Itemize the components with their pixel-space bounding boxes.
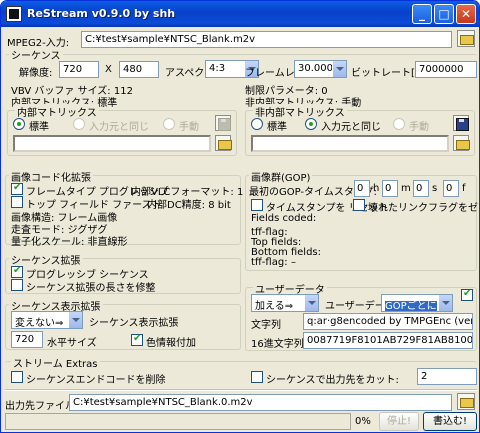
chevron-down-icon <box>304 295 318 311</box>
intra-manual-radio[interactable] <box>163 118 175 130</box>
nonintra-manual-radio[interactable] <box>393 118 405 130</box>
nonintra-standard-label: 標準 <box>267 122 287 133</box>
broken-link-checkbox[interactable] <box>353 199 365 211</box>
user-scope-select[interactable]: GOPごとに <box>381 294 453 312</box>
output-label: 出力先ファイル: <box>5 401 79 412</box>
close-button[interactable]: ✕ <box>456 4 476 24</box>
window-title: ReStream v0.9.0 by shh <box>27 7 176 20</box>
divider <box>5 389 477 391</box>
nonintra-folder-icon[interactable] <box>453 135 470 151</box>
nonintra-standard-radio[interactable] <box>251 118 263 130</box>
main-window: ReStream v0.9.0 by shh _ □ ✕ MPEG2-入力: C… <box>0 0 480 433</box>
height-field[interactable]: 480 <box>119 61 159 78</box>
split-value-field[interactable]: 2 <box>417 368 477 385</box>
intra-save-icon[interactable] <box>215 115 231 131</box>
title-bar: ReStream v0.9.0 by shh _ □ ✕ <box>1 1 479 27</box>
hsize-field[interactable]: 720 <box>11 331 43 348</box>
intra-standard-radio[interactable] <box>13 118 25 130</box>
text-field[interactable]: q:ar·g8encoded by TMPGEnc (ver. 2.52 <box>303 313 473 330</box>
input-folder-icon[interactable] <box>457 30 475 47</box>
stop-button[interactable]: 停止! <box>379 412 419 431</box>
progress-text: 0% <box>355 416 371 427</box>
intra-manual-label: 手動 <box>179 122 199 133</box>
tff-flag-2-value: – <box>291 257 296 268</box>
progress-bar <box>5 413 351 430</box>
nonintra-matrix-title: 非内部マトリックス <box>253 104 347 119</box>
tff-flag-2-text: tff-flag: <box>251 257 288 268</box>
resolution-label: 解像度: <box>19 68 53 79</box>
stream-extras-title: ストリーム Extras <box>11 355 100 370</box>
ts-reset-checkbox[interactable] <box>251 199 263 211</box>
nonintra-matrix-field[interactable] <box>251 135 449 152</box>
h-label: h <box>373 183 380 194</box>
f-label: f <box>462 183 466 194</box>
display-mode-select[interactable]: 変えない⇒ <box>11 311 83 329</box>
user-data-checkbox[interactable] <box>461 288 473 301</box>
sequence-title: シーケンス <box>9 47 63 62</box>
nonintra-same-label: 入力元と同じ <box>321 122 381 133</box>
chevron-down-icon <box>438 295 452 311</box>
intra-matrix-title: 内部マトリックス <box>15 104 99 119</box>
chevron-down-icon <box>332 61 346 77</box>
hex-label: 16進文字列 <box>251 339 304 350</box>
color-info-checkbox[interactable] <box>131 333 143 346</box>
intra-matrix-field[interactable] <box>13 135 211 152</box>
chevron-down-icon <box>68 312 82 328</box>
intra-same-label: 入力元と同じ <box>89 122 149 133</box>
hex-field[interactable]: 0087719F8101AB729F81AB81002665 <box>303 332 473 349</box>
x-label: X <box>105 64 112 75</box>
intra-folder-icon[interactable] <box>215 135 232 151</box>
split-output-label: シーケンスで出力先をカット: <box>266 375 399 386</box>
ts-hours-field[interactable]: 0 <box>354 180 370 197</box>
top-first-checkbox[interactable] <box>11 196 23 208</box>
color-info-label: 色情報付加 <box>146 338 196 349</box>
nonintra-manual-label: 手動 <box>409 122 429 133</box>
remove-seq-end-label: シーケンスエンドコードを削除 <box>26 375 166 386</box>
input-path-field[interactable]: C:¥test¥sample¥NTSC_Blank.m2v <box>81 31 452 48</box>
fix-length-checkbox[interactable] <box>11 279 23 291</box>
progressive-sequence-checkbox[interactable] <box>11 265 23 278</box>
intra-same-radio[interactable] <box>73 118 85 130</box>
minimize-button[interactable]: _ <box>412 4 432 24</box>
bitrate-field[interactable]: 7000000 <box>415 61 477 78</box>
fix-length-label: シーケンス拡張の長さを修整 <box>26 283 156 294</box>
frame-progressive-checkbox[interactable] <box>11 182 23 195</box>
m-label: m <box>401 183 411 194</box>
text-label: 文字列 <box>251 320 281 331</box>
framerate-select[interactable]: 30.000 <box>294 60 347 78</box>
ts-seconds-field[interactable]: 0 <box>413 180 429 197</box>
fields-coded-text: Fields coded: <box>251 213 317 224</box>
ts-minutes-field[interactable]: 0 <box>382 180 398 197</box>
output-path-field[interactable]: C:¥test¥sample¥NTSC_Blank.0.m2v <box>69 394 452 411</box>
ts-frames-field[interactable]: 0 <box>443 180 459 197</box>
nonintra-same-radio[interactable] <box>305 118 317 130</box>
intra-standard-label: 標準 <box>29 122 49 133</box>
write-button[interactable]: 書込む! <box>423 412 477 431</box>
width-field[interactable]: 720 <box>59 61 99 78</box>
user-action-select[interactable]: 加える⇒ <box>251 294 319 312</box>
app-icon <box>6 6 22 22</box>
nonintra-save-icon[interactable] <box>453 115 469 131</box>
gop-title: 画像群(GOP) <box>249 169 313 184</box>
intra-dc-text: 内部DC精度: 8 bit <box>147 200 231 211</box>
maximize-button[interactable]: □ <box>434 4 454 24</box>
picture-coding-title: 画像コード化拡張 <box>9 169 93 184</box>
display-mode-suffix: シーケンス表示拡張 <box>89 318 179 329</box>
quant-text: 量子化スケール: 非直線形 <box>11 237 128 248</box>
hsize-label: 水平サイズ <box>47 338 97 349</box>
split-output-checkbox[interactable] <box>251 371 263 383</box>
broken-link-label: 壊れたリンクフラグをゼロに <box>368 203 479 214</box>
s-label: s <box>432 183 438 194</box>
output-folder-icon[interactable] <box>457 393 475 410</box>
remove-seq-end-checkbox[interactable] <box>11 371 23 383</box>
